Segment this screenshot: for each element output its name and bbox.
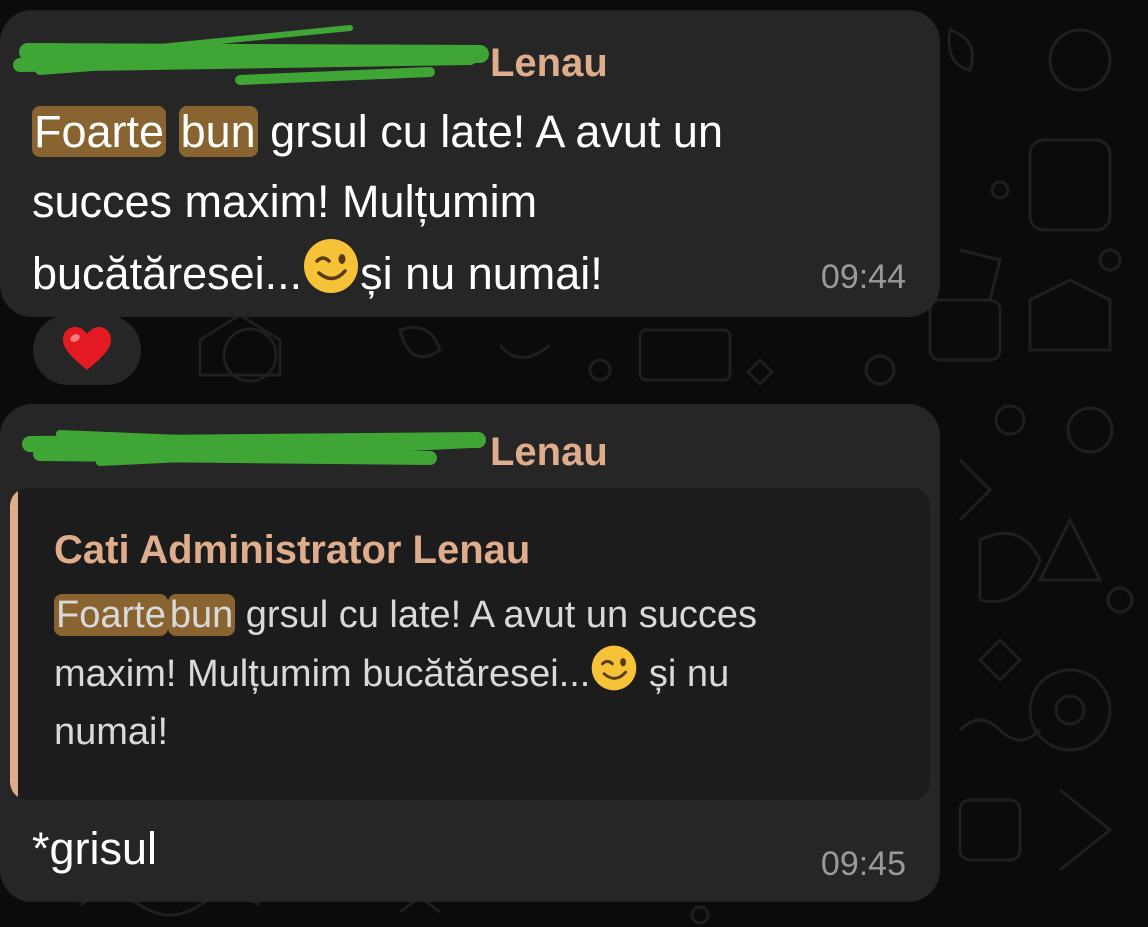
heart-emoji-icon [63, 327, 111, 370]
message-text: *grisul [32, 823, 158, 874]
wink-emoji-icon [592, 645, 637, 691]
search-highlight: bun [178, 106, 258, 157]
quoted-message[interactable]: Cati Administrator Lenau Foarte bun grsul… [10, 488, 930, 800]
quoted-sender-name: Cati Administrator Lenau [54, 528, 531, 572]
quoted-text: Foarte bun grsul cu late! A avut un succe… [54, 594, 757, 753]
search-highlight: Foarte [54, 594, 168, 636]
wink-emoji-icon [304, 239, 359, 293]
message-time: 09:45 [820, 845, 906, 883]
quote-accent-bar [10, 488, 18, 800]
message-bubble[interactable]: Lenau Foarte bun grsul cu late! A avut u… [0, 10, 940, 317]
search-highlight: Foarte [32, 106, 167, 157]
redaction-scribble [13, 25, 489, 85]
reaction-badge[interactable] [33, 315, 141, 385]
redaction-scribble [22, 430, 486, 466]
message-time: 09:44 [820, 258, 906, 296]
message-text: Foarte bun grsul cu late! A avut un succ… [32, 106, 723, 299]
sender-name: Lenau [490, 430, 608, 474]
sender-name: Lenau [490, 41, 608, 85]
message-bubble[interactable]: Lenau Cati Administrator Lenau Foarte bun… [0, 404, 940, 902]
search-highlight: bun [167, 594, 236, 636]
